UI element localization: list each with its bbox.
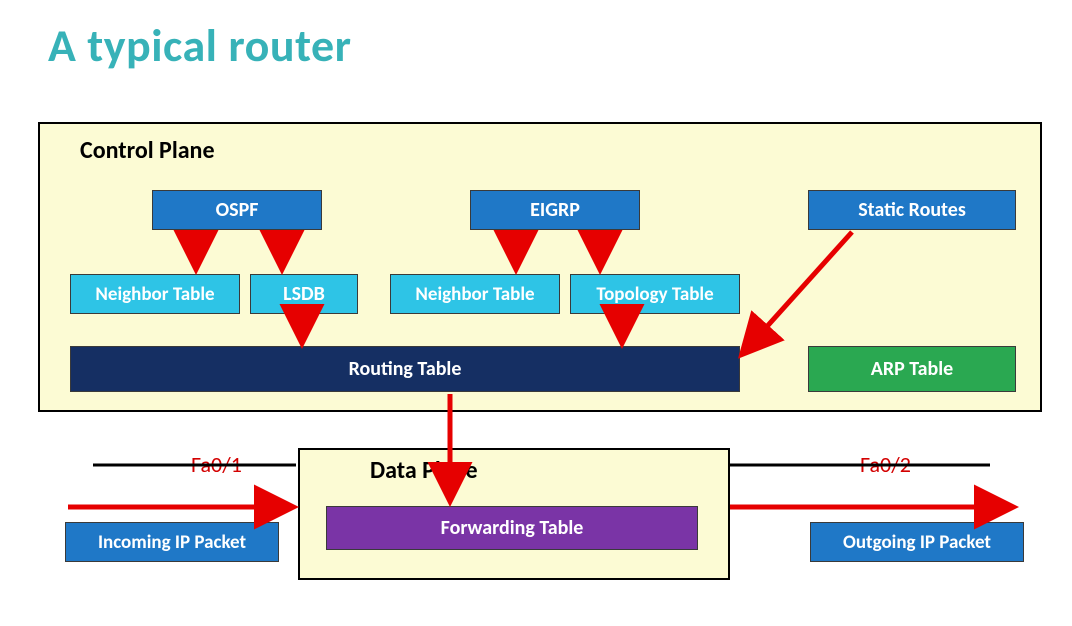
eigrp-topology-table: Topology Table (570, 274, 740, 314)
static-routes-box: Static Routes (808, 190, 1016, 230)
interface-out-label: Fa0/2 (858, 451, 913, 478)
incoming-packet-box: Incoming IP Packet (65, 522, 279, 562)
interface-in-label: Fa0/1 (189, 451, 244, 478)
ospf-neighbor-table: Neighbor Table (70, 274, 240, 314)
eigrp-neighbor-table: Neighbor Table (390, 274, 560, 314)
routing-table-box: Routing Table (70, 346, 740, 392)
ospf-box: OSPF (152, 190, 322, 230)
arp-table-box: ARP Table (808, 346, 1016, 392)
outgoing-packet-box: Outgoing IP Packet (810, 522, 1024, 562)
slide-title: A typical router (48, 18, 351, 74)
ospf-lsdb: LSDB (250, 274, 358, 314)
data-plane-label: Data Plane (370, 456, 478, 485)
control-plane-label: Control Plane (80, 136, 215, 165)
forwarding-table-box: Forwarding Table (326, 506, 698, 550)
eigrp-box: EIGRP (470, 190, 640, 230)
